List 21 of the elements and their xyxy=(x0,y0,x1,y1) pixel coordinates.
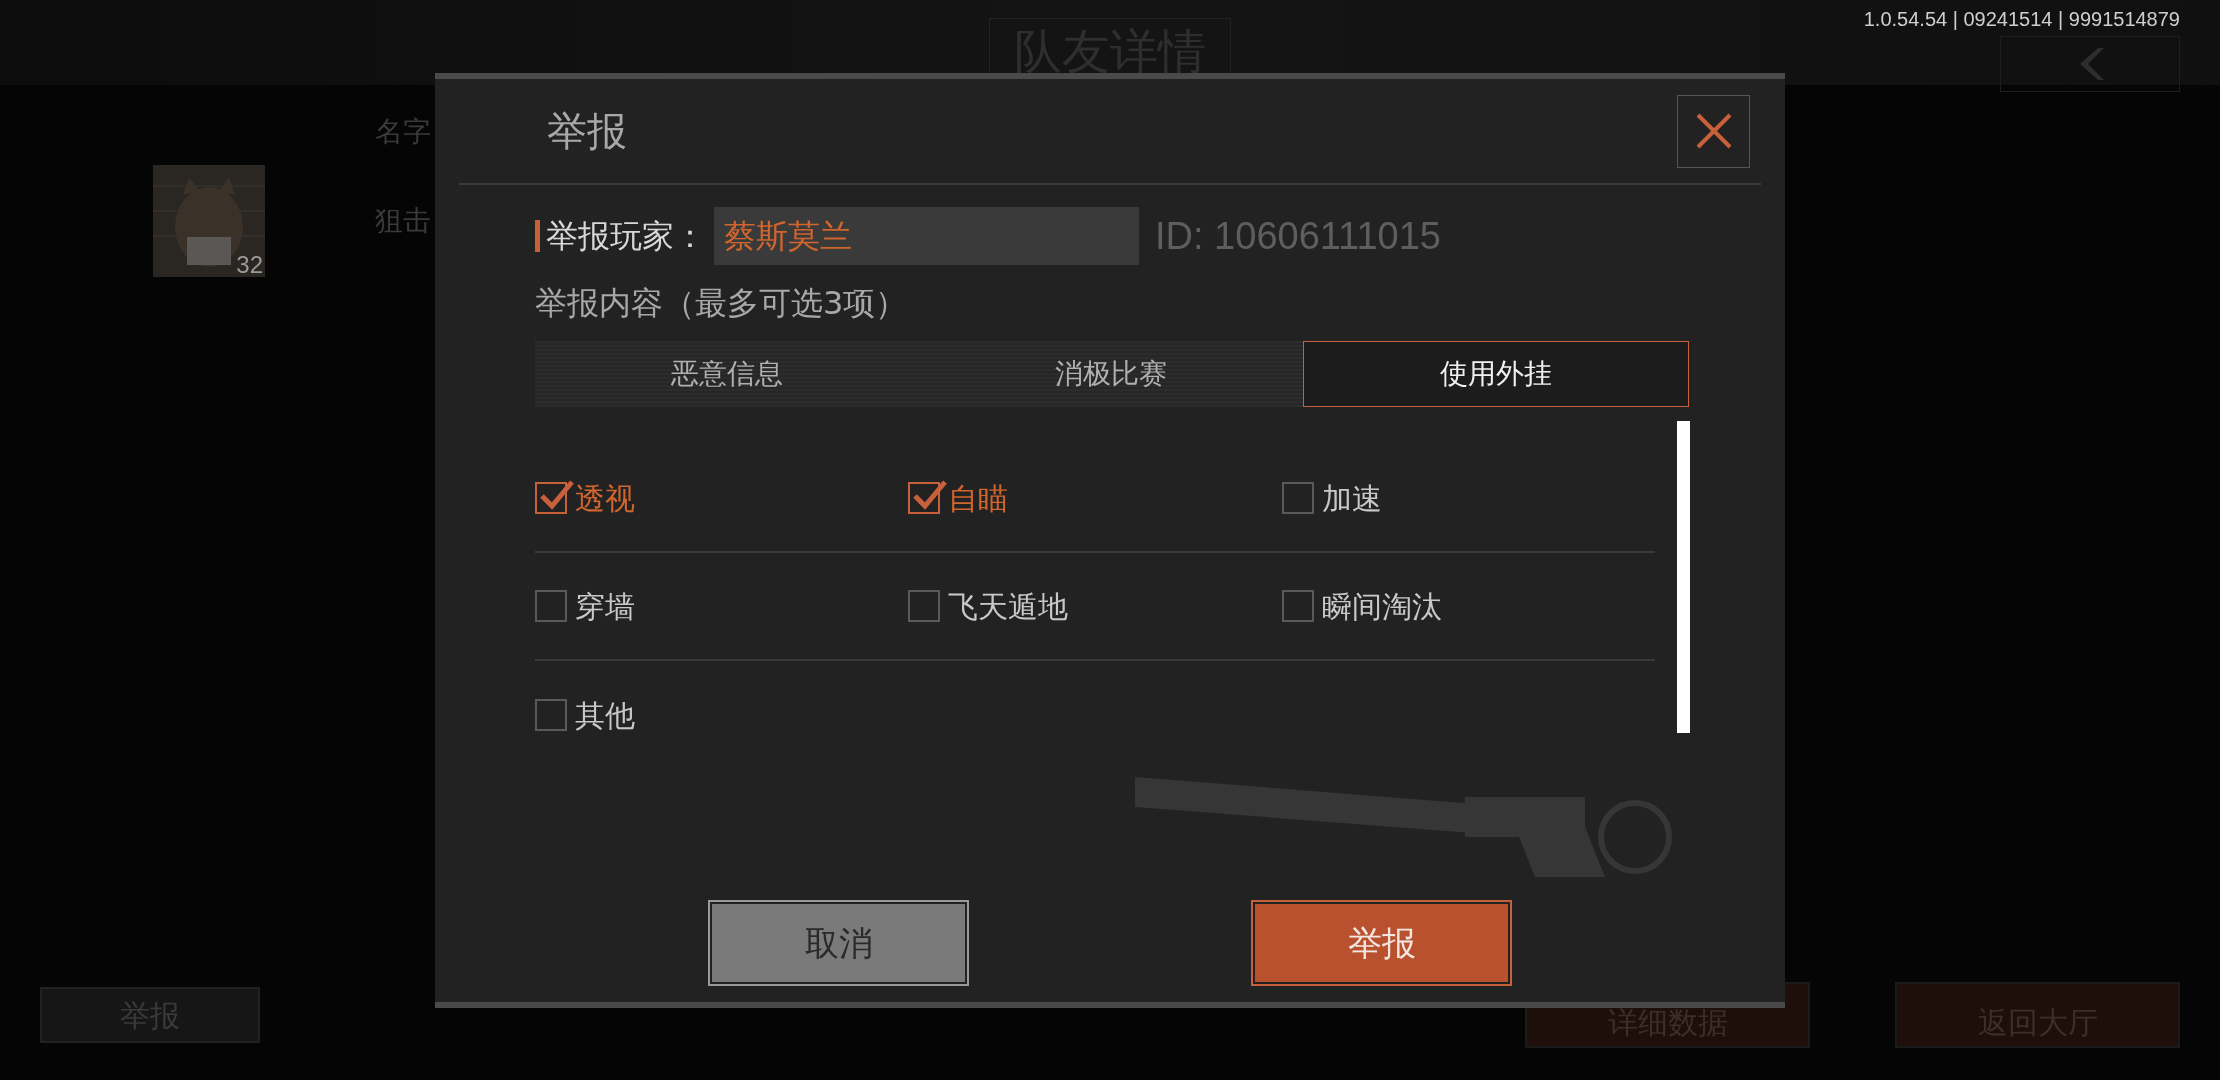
scrollbar[interactable] xyxy=(1677,421,1690,733)
back-button[interactable] xyxy=(2000,36,2180,92)
player-name-field: 蔡斯莫兰 xyxy=(714,207,1139,265)
option-checkbox[interactable]: 瞬间淘汰 xyxy=(1281,583,1655,629)
content-label: 举报内容（最多可选3项） xyxy=(535,283,909,324)
level-text: 32 xyxy=(236,253,263,277)
accent-bar xyxy=(535,220,540,252)
player-label: 举报玩家： xyxy=(546,216,706,257)
option-checkbox[interactable]: 自瞄 xyxy=(908,475,1282,521)
category-tab[interactable]: 消极比赛 xyxy=(919,341,1303,407)
option-checkbox[interactable]: 其他 xyxy=(535,692,928,738)
option-checkbox[interactable]: 加速 xyxy=(1281,475,1655,521)
category-tab[interactable]: 使用外挂 xyxy=(1303,341,1689,407)
version-text: 1.0.54.54 | 09241514 | 9991514879 xyxy=(1863,7,2180,32)
dialog-title: 举报 xyxy=(547,107,627,156)
option-checkbox[interactable]: 飞天遁地 xyxy=(908,583,1282,629)
option-checkbox[interactable]: 穿墙 xyxy=(535,583,909,629)
close-button[interactable] xyxy=(1677,94,1750,168)
option-checkbox[interactable]: 透视 xyxy=(535,475,909,521)
player-id: ID: 10606111015 xyxy=(1155,213,1441,259)
category-tab[interactable]: 恶意信息 xyxy=(535,341,919,407)
